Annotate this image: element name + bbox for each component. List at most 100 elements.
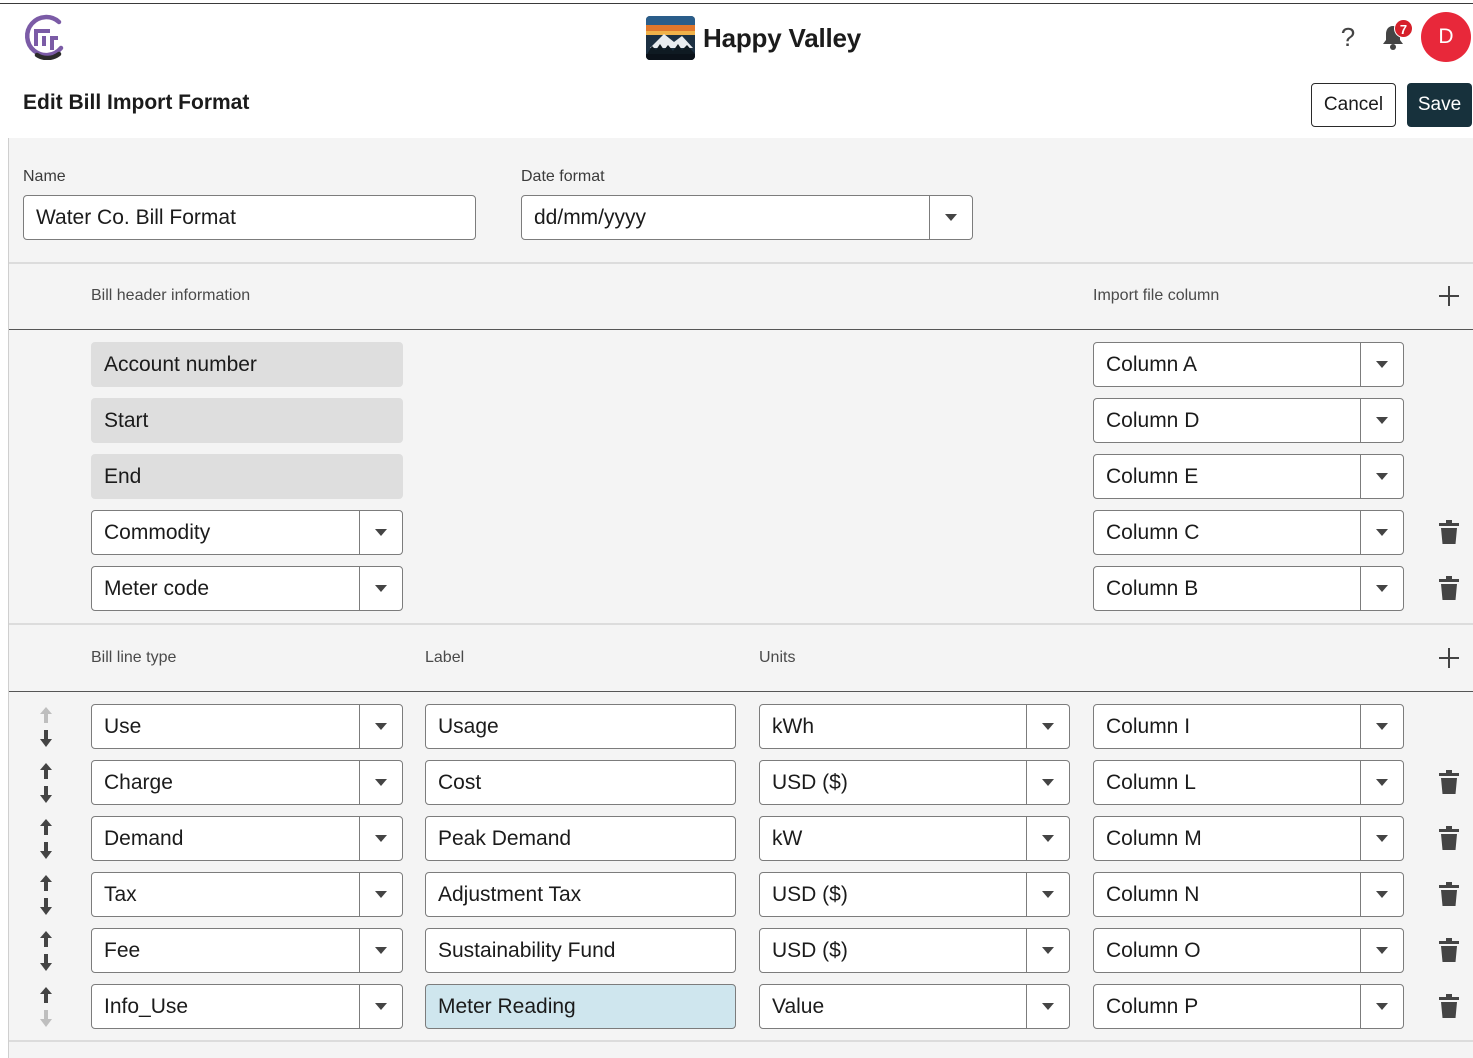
- arrow-up-icon[interactable]: [39, 707, 53, 725]
- import-column-select[interactable]: Column A: [1093, 342, 1404, 387]
- line-label-input[interactable]: Meter Reading: [425, 984, 736, 1029]
- import-column-select[interactable]: Column B: [1093, 566, 1404, 611]
- line-type-select[interactable]: Charge: [91, 760, 403, 805]
- line-units-select[interactable]: USD ($): [759, 928, 1070, 973]
- caret-down-icon[interactable]: [1360, 817, 1403, 860]
- arrow-up-icon[interactable]: [39, 763, 53, 781]
- delete-line-row-trash-icon[interactable]: [1439, 882, 1459, 906]
- caret-down-icon[interactable]: [1026, 817, 1069, 860]
- line-label-input[interactable]: Adjustment Tax: [425, 872, 736, 917]
- caret-down-icon[interactable]: [1026, 985, 1069, 1028]
- delete-line-row-trash-icon[interactable]: [1439, 938, 1459, 962]
- import-column-select[interactable]: Column N: [1093, 872, 1404, 917]
- arrow-down-icon[interactable]: [39, 898, 53, 916]
- import-column-select[interactable]: Column C: [1093, 510, 1404, 555]
- caret-down-icon[interactable]: [359, 705, 402, 748]
- date-format-select[interactable]: dd/mm/yyyy: [521, 195, 973, 240]
- line-units-value: kWh: [772, 714, 814, 738]
- app-logo-icon[interactable]: [21, 14, 67, 60]
- arrow-down-icon[interactable]: [39, 1010, 53, 1028]
- header-field-readonly: Start: [91, 398, 403, 443]
- name-input[interactable]: Water Co. Bill Format: [23, 195, 476, 240]
- header-field-select[interactable]: Commodity: [91, 510, 403, 555]
- arrow-down-icon[interactable]: [39, 954, 53, 972]
- caret-down-icon[interactable]: [359, 511, 402, 554]
- caret-down-icon[interactable]: [1360, 399, 1403, 442]
- line-units-select[interactable]: USD ($): [759, 760, 1070, 805]
- line-type-value: Use: [104, 714, 142, 738]
- line-type-select[interactable]: Fee: [91, 928, 403, 973]
- caret-down-icon[interactable]: [359, 761, 402, 804]
- window-top-border: [0, 3, 1473, 4]
- arrow-up-icon[interactable]: [39, 875, 53, 893]
- brand: Happy Valley: [646, 16, 861, 60]
- arrow-up-icon[interactable]: [39, 931, 53, 949]
- caret-down-icon[interactable]: [359, 873, 402, 916]
- import-column-select[interactable]: Column D: [1093, 398, 1404, 443]
- caret-down-icon[interactable]: [1026, 873, 1069, 916]
- line-units-value: USD ($): [772, 882, 848, 906]
- add-line-row-plus-icon[interactable]: [1438, 647, 1460, 669]
- delete-line-row-trash-icon[interactable]: [1439, 994, 1459, 1018]
- line-type-select[interactable]: Demand: [91, 816, 403, 861]
- caret-down-icon[interactable]: [1026, 929, 1069, 972]
- reorder-arrows: [36, 987, 56, 1029]
- arrow-up-icon[interactable]: [39, 819, 53, 837]
- caret-down-icon[interactable]: [1360, 455, 1403, 498]
- caret-down-icon[interactable]: [1360, 929, 1403, 972]
- delete-header-row-trash-icon[interactable]: [1439, 520, 1459, 544]
- arrow-down-icon[interactable]: [39, 842, 53, 860]
- line-label-input[interactable]: Cost: [425, 760, 736, 805]
- line-label-input[interactable]: Sustainability Fund: [425, 928, 736, 973]
- save-button[interactable]: Save: [1407, 83, 1472, 127]
- line-type-value: Fee: [104, 938, 141, 962]
- caret-down-icon[interactable]: [1360, 511, 1403, 554]
- import-column-select[interactable]: Column I: [1093, 704, 1404, 749]
- import-column-select[interactable]: Column O: [1093, 928, 1404, 973]
- caret-down-icon[interactable]: [1360, 705, 1403, 748]
- line-label-input[interactable]: Usage: [425, 704, 736, 749]
- line-units-select[interactable]: kWh: [759, 704, 1070, 749]
- cancel-button[interactable]: Cancel: [1311, 83, 1396, 127]
- caret-down-icon[interactable]: [1360, 761, 1403, 804]
- header-field-select[interactable]: Meter code: [91, 566, 403, 611]
- line-units-select[interactable]: kW: [759, 816, 1070, 861]
- delete-line-row-trash-icon[interactable]: [1439, 826, 1459, 850]
- arrow-up-icon[interactable]: [39, 987, 53, 1005]
- line-type-select[interactable]: Use: [91, 704, 403, 749]
- col-header-label: Label: [425, 649, 465, 666]
- line-type-select[interactable]: Info_Use: [91, 984, 403, 1029]
- delete-line-row-trash-icon[interactable]: [1439, 770, 1459, 794]
- line-units-value: kW: [772, 826, 803, 850]
- line-units-select[interactable]: Value: [759, 984, 1070, 1029]
- line-label-input[interactable]: Peak Demand: [425, 816, 736, 861]
- caret-down-icon[interactable]: [1360, 985, 1403, 1028]
- line-type-select[interactable]: Tax: [91, 872, 403, 917]
- line-units-select[interactable]: USD ($): [759, 872, 1070, 917]
- arrow-down-icon[interactable]: [39, 730, 53, 748]
- caret-down-icon[interactable]: [1026, 761, 1069, 804]
- caret-down-icon[interactable]: [359, 985, 402, 1028]
- add-header-row-plus-icon[interactable]: [1438, 285, 1460, 307]
- caret-down-icon[interactable]: [1360, 873, 1403, 916]
- help-icon[interactable]: ?: [1335, 22, 1361, 52]
- user-avatar[interactable]: D: [1421, 12, 1471, 62]
- caret-down-icon[interactable]: [359, 817, 402, 860]
- caret-down-icon[interactable]: [359, 567, 402, 610]
- caret-down-icon[interactable]: [359, 929, 402, 972]
- name-label: Name: [23, 168, 66, 185]
- import-column-select[interactable]: Column P: [1093, 984, 1404, 1029]
- import-column-select[interactable]: Column E: [1093, 454, 1404, 499]
- arrow-down-icon[interactable]: [39, 786, 53, 804]
- import-column-select[interactable]: Column L: [1093, 760, 1404, 805]
- header-field-value: Commodity: [104, 520, 211, 544]
- caret-down-icon[interactable]: [929, 196, 972, 239]
- divider: [9, 329, 1473, 330]
- caret-down-icon[interactable]: [1360, 343, 1403, 386]
- delete-header-row-trash-icon[interactable]: [1439, 576, 1459, 600]
- caret-down-icon[interactable]: [1360, 567, 1403, 610]
- date-format-label: Date format: [521, 168, 605, 185]
- line-type-value: Charge: [104, 770, 173, 794]
- caret-down-icon[interactable]: [1026, 705, 1069, 748]
- import-column-select[interactable]: Column M: [1093, 816, 1404, 861]
